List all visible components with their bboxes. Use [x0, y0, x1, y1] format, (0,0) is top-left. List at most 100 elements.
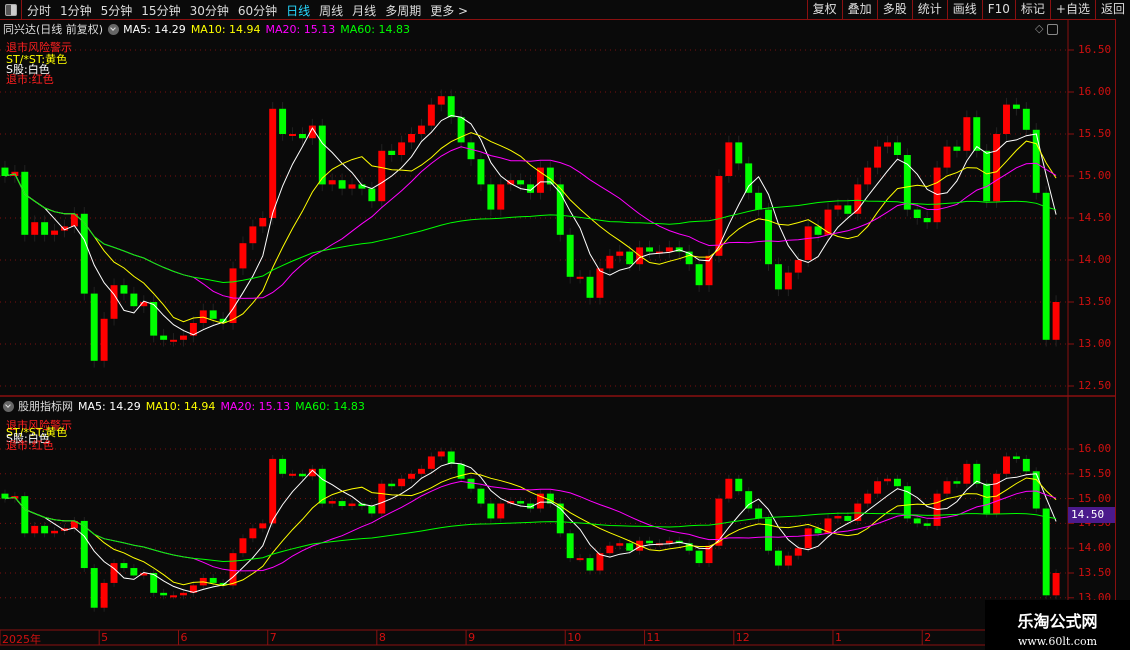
candle: [884, 478, 891, 482]
candle: [477, 159, 485, 185]
candle: [913, 209, 921, 218]
candle: [844, 515, 852, 521]
candle: [90, 293, 98, 361]
candle: [1003, 456, 1010, 474]
diamond-icon[interactable]: ◇: [1035, 22, 1043, 35]
candle: [735, 478, 743, 492]
candle: [566, 533, 574, 559]
candle: [943, 146, 951, 168]
panel-toggle-icon[interactable]: [1046, 23, 1058, 35]
candle: [963, 117, 971, 151]
candle: [517, 501, 525, 504]
candle: [100, 582, 108, 608]
y-tick-label: 14.00: [1078, 541, 1112, 555]
ma20-value: MA20: 15.13: [220, 399, 291, 413]
x-tick-label: 12: [735, 631, 750, 644]
candle: [646, 247, 653, 252]
candle: [368, 188, 376, 202]
x-tick-label: 8: [378, 631, 386, 644]
candle: [328, 180, 336, 185]
candle: [923, 218, 931, 223]
candle: [695, 264, 703, 286]
ma5-value: MA5: 14.29: [123, 22, 186, 36]
candle: [1042, 192, 1050, 340]
candle: [477, 488, 485, 504]
candle: [864, 167, 872, 185]
candle: [1003, 104, 1010, 134]
candle: [259, 218, 267, 227]
current-price-marker: 14.50: [1068, 507, 1118, 523]
y-tick-label: 15.50: [1078, 466, 1112, 480]
candle: [447, 96, 455, 118]
candle: [665, 247, 673, 252]
watermark-url: www.60lt.com: [1017, 635, 1098, 648]
side-panel-strip[interactable]: [1115, 19, 1130, 650]
candle: [229, 553, 237, 586]
candle: [457, 117, 465, 143]
candle: [467, 142, 475, 160]
candle: [765, 209, 772, 265]
candle: [993, 134, 1001, 202]
candle: [893, 478, 901, 487]
candle: [616, 251, 624, 256]
candle: [745, 163, 753, 193]
candle: [913, 518, 921, 524]
candle: [348, 503, 356, 507]
x-tick-label: 2: [924, 631, 932, 644]
candle: [586, 558, 594, 571]
candle: [1042, 508, 1050, 596]
chevron-down-icon[interactable]: [108, 23, 120, 35]
candle: [804, 528, 812, 549]
candle: [298, 134, 306, 139]
y-tick-label: 16.50: [1078, 43, 1112, 56]
candle: [41, 222, 49, 235]
candle: [427, 104, 435, 126]
y-tick-label: 16.00: [1078, 442, 1112, 455]
candle: [963, 463, 971, 484]
candle: [289, 134, 297, 136]
ma10-value: MA10: 14.94: [190, 22, 261, 36]
candle: [388, 483, 396, 487]
candle: [834, 205, 842, 210]
candle: [31, 525, 39, 534]
candle: [566, 234, 574, 277]
candle: [447, 451, 455, 464]
candle: [893, 142, 901, 155]
candle: [249, 528, 257, 539]
candle: [864, 493, 872, 504]
y-tick-label: 14.00: [1078, 253, 1112, 266]
candle: [616, 543, 624, 546]
x-tick-label: 9: [468, 631, 476, 644]
y-tick-label: 13.50: [1078, 295, 1112, 308]
candle: [1052, 302, 1060, 340]
candle: [596, 268, 604, 298]
kline-chart[interactable]: [0, 0, 1130, 650]
x-tick-label: 5: [101, 631, 109, 644]
candle: [269, 458, 277, 524]
candle: [279, 108, 287, 134]
ma10-value: MA10: 14.94: [145, 399, 216, 413]
candle: [646, 540, 653, 544]
candle: [100, 318, 108, 361]
y-tick-label: 13.50: [1078, 566, 1112, 579]
indicator-title: 股朋指标网: [18, 400, 73, 413]
ma20-line: [4, 480, 1057, 572]
candle: [834, 515, 842, 519]
candle: [497, 503, 505, 519]
candle: [179, 592, 187, 596]
y-tick-label: 16.00: [1078, 85, 1112, 98]
candle: [755, 192, 763, 210]
candle: [170, 339, 178, 342]
candle: [110, 285, 118, 319]
candle: [289, 473, 297, 476]
candle: [844, 205, 852, 214]
candle: [755, 508, 763, 519]
candle: [249, 226, 257, 244]
candle: [536, 167, 544, 193]
candle: [120, 563, 128, 569]
ma60-value: MA60: 14.83: [340, 22, 410, 36]
candle: [774, 550, 782, 566]
candle: [774, 264, 782, 290]
chevron-down-icon[interactable]: [3, 400, 14, 412]
candle: [328, 501, 336, 504]
